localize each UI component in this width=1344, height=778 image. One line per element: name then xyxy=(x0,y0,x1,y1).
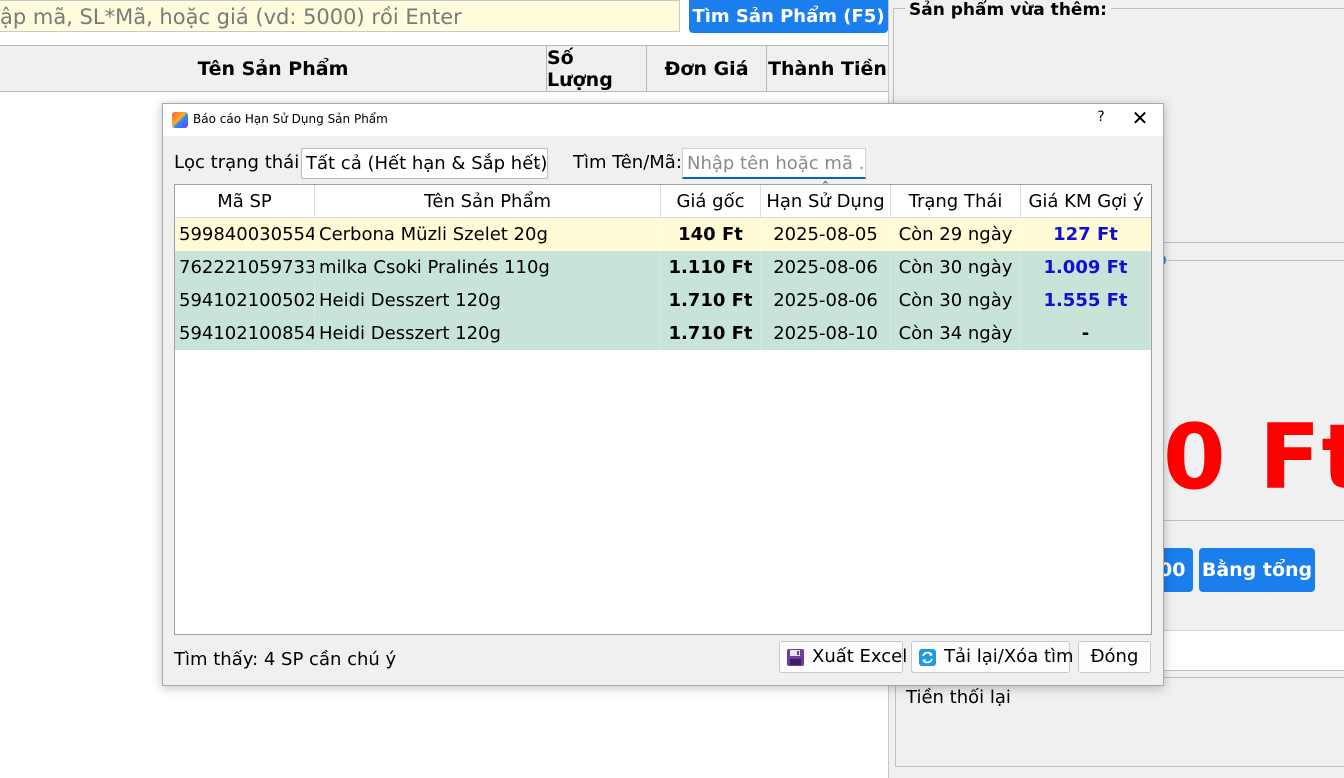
cell-code: 7622210597335 xyxy=(175,251,315,284)
table-row[interactable]: 5941021008543 Heidi Desszert 120g 1.710 … xyxy=(175,317,1151,350)
column-header-promo[interactable]: Giá KM Gợi ý xyxy=(1021,185,1151,218)
cell-promo-price: 1.009 Ft xyxy=(1021,251,1151,284)
chevron-down-icon: ⌄ xyxy=(532,156,543,171)
cell-price: 1.110 Ft xyxy=(661,251,761,284)
cell-expiry: 2025-08-06 xyxy=(761,284,891,317)
status-filter-value: Tất cả (Hết hạn & Sắp hết) xyxy=(306,153,548,174)
result-count-text: Tìm thấy: 4 SP cần chú ý xyxy=(174,649,397,670)
name-code-search-input[interactable]: Nhập tên hoặc mã ... xyxy=(682,148,866,179)
column-header-name[interactable]: Tên Sản Phẩm xyxy=(315,185,661,218)
paid-amount-input[interactable] xyxy=(1163,630,1344,671)
cell-name: Heidi Desszert 120g xyxy=(315,284,661,317)
dialog-title: Báo cáo Hạn Sử Dụng Sản Phẩm xyxy=(193,112,388,126)
find-product-button[interactable]: Tìm Sản Phẩm (F5) xyxy=(689,0,888,33)
cart-table-header: Tên Sản Phẩm Số Lượng Đơn Giá Thành Tiền xyxy=(0,45,888,92)
divider xyxy=(1163,520,1344,521)
cell-name: milka Csoki Pralinés 110g xyxy=(315,251,661,284)
expiry-report-dialog: Báo cáo Hạn Sử Dụng Sản Phẩm ? ✕ Lọc trạ… xyxy=(162,103,1164,686)
cell-promo-price: - xyxy=(1021,317,1151,350)
table-row[interactable]: 5941021005023 Heidi Desszert 120g 1.710 … xyxy=(175,284,1151,317)
table-row[interactable]: 7622210597335 milka Csoki Pralinés 110g … xyxy=(175,251,1151,284)
cell-status: Còn 29 ngày xyxy=(891,218,1021,251)
column-header-status[interactable]: Trạng Thái xyxy=(891,185,1021,218)
exact-total-button[interactable]: Bằng tổng xyxy=(1199,548,1315,592)
cell-expiry: 2025-08-06 xyxy=(761,251,891,284)
cell-expiry: 2025-08-10 xyxy=(761,317,891,350)
reload-clear-button[interactable]: Tải lại/Xóa tìm xyxy=(911,641,1074,673)
cell-code: 5941021005023 xyxy=(175,284,315,317)
table-row[interactable]: 5998400305540 Cerbona Müzli Szelet 20g 1… xyxy=(175,218,1151,251)
cell-code: 5998400305540 xyxy=(175,218,315,251)
change-label: Tiền thối lại xyxy=(906,687,1011,708)
cell-promo-price: 127 Ft xyxy=(1021,218,1151,251)
status-filter-dropdown[interactable]: Tất cả (Hết hạn & Sắp hết) ⌄ xyxy=(301,148,548,179)
barcode-search-input[interactable]: ập mã, SL*Mã, hoặc giá (vd: 5000) rồi En… xyxy=(0,0,680,32)
table-header: Mã SP Tên Sản Phẩm Giá gốc ⌃ Hạn Sử Dụng… xyxy=(175,179,1151,218)
save-icon xyxy=(787,649,804,666)
cell-status: Còn 30 ngày xyxy=(891,284,1021,317)
cell-code: 5941021008543 xyxy=(175,317,315,350)
dialog-titlebar[interactable]: Báo cáo Hạn Sử Dụng Sản Phẩm ? ✕ xyxy=(163,104,1163,136)
cell-name: Cerbona Müzli Szelet 20g xyxy=(315,218,661,251)
cell-expiry: 2025-08-05 xyxy=(761,218,891,251)
help-button[interactable]: ? xyxy=(1091,109,1111,125)
app-icon xyxy=(172,112,188,128)
column-header-price[interactable]: Giá gốc xyxy=(661,185,761,218)
column-header-code[interactable]: Mã SP xyxy=(175,185,315,218)
cell-promo-price: 1.555 Ft xyxy=(1021,284,1151,317)
cart-column-total[interactable]: Thành Tiền xyxy=(767,46,888,91)
export-excel-button[interactable]: Xuất Excel xyxy=(779,641,907,673)
recent-products-title: Sản phẩm vừa thêm: xyxy=(905,0,1111,20)
close-icon[interactable]: ✕ xyxy=(1128,106,1152,130)
cell-status: Còn 34 ngày xyxy=(891,317,1021,350)
close-button[interactable]: Đóng xyxy=(1078,641,1151,673)
expiry-table[interactable]: Mã SP Tên Sản Phẩm Giá gốc ⌃ Hạn Sử Dụng… xyxy=(174,179,1152,635)
cart-column-quantity[interactable]: Số Lượng xyxy=(547,46,647,91)
refresh-icon xyxy=(919,649,936,666)
search-label: Tìm Tên/Mã: xyxy=(573,152,682,173)
cart-column-unit-price[interactable]: Đơn Giá xyxy=(647,46,767,91)
divider xyxy=(1165,260,1344,261)
column-header-expiry[interactable]: ⌃ Hạn Sử Dụng xyxy=(761,179,891,218)
cart-column-name[interactable]: Tên Sản Phẩm xyxy=(0,46,547,91)
cell-price: 140 Ft xyxy=(661,218,761,251)
sort-ascending-icon: ⌃ xyxy=(820,179,831,192)
filter-label: Lọc trạng thái: xyxy=(174,152,306,173)
cell-price: 1.710 Ft xyxy=(661,284,761,317)
cell-price: 1.710 Ft xyxy=(661,317,761,350)
cell-name: Heidi Desszert 120g xyxy=(315,317,661,350)
quick-amount-button[interactable]: 00 xyxy=(1163,548,1193,592)
cell-status: Còn 30 ngày xyxy=(891,251,1021,284)
grand-total-display: 0 Ft xyxy=(1163,405,1344,510)
